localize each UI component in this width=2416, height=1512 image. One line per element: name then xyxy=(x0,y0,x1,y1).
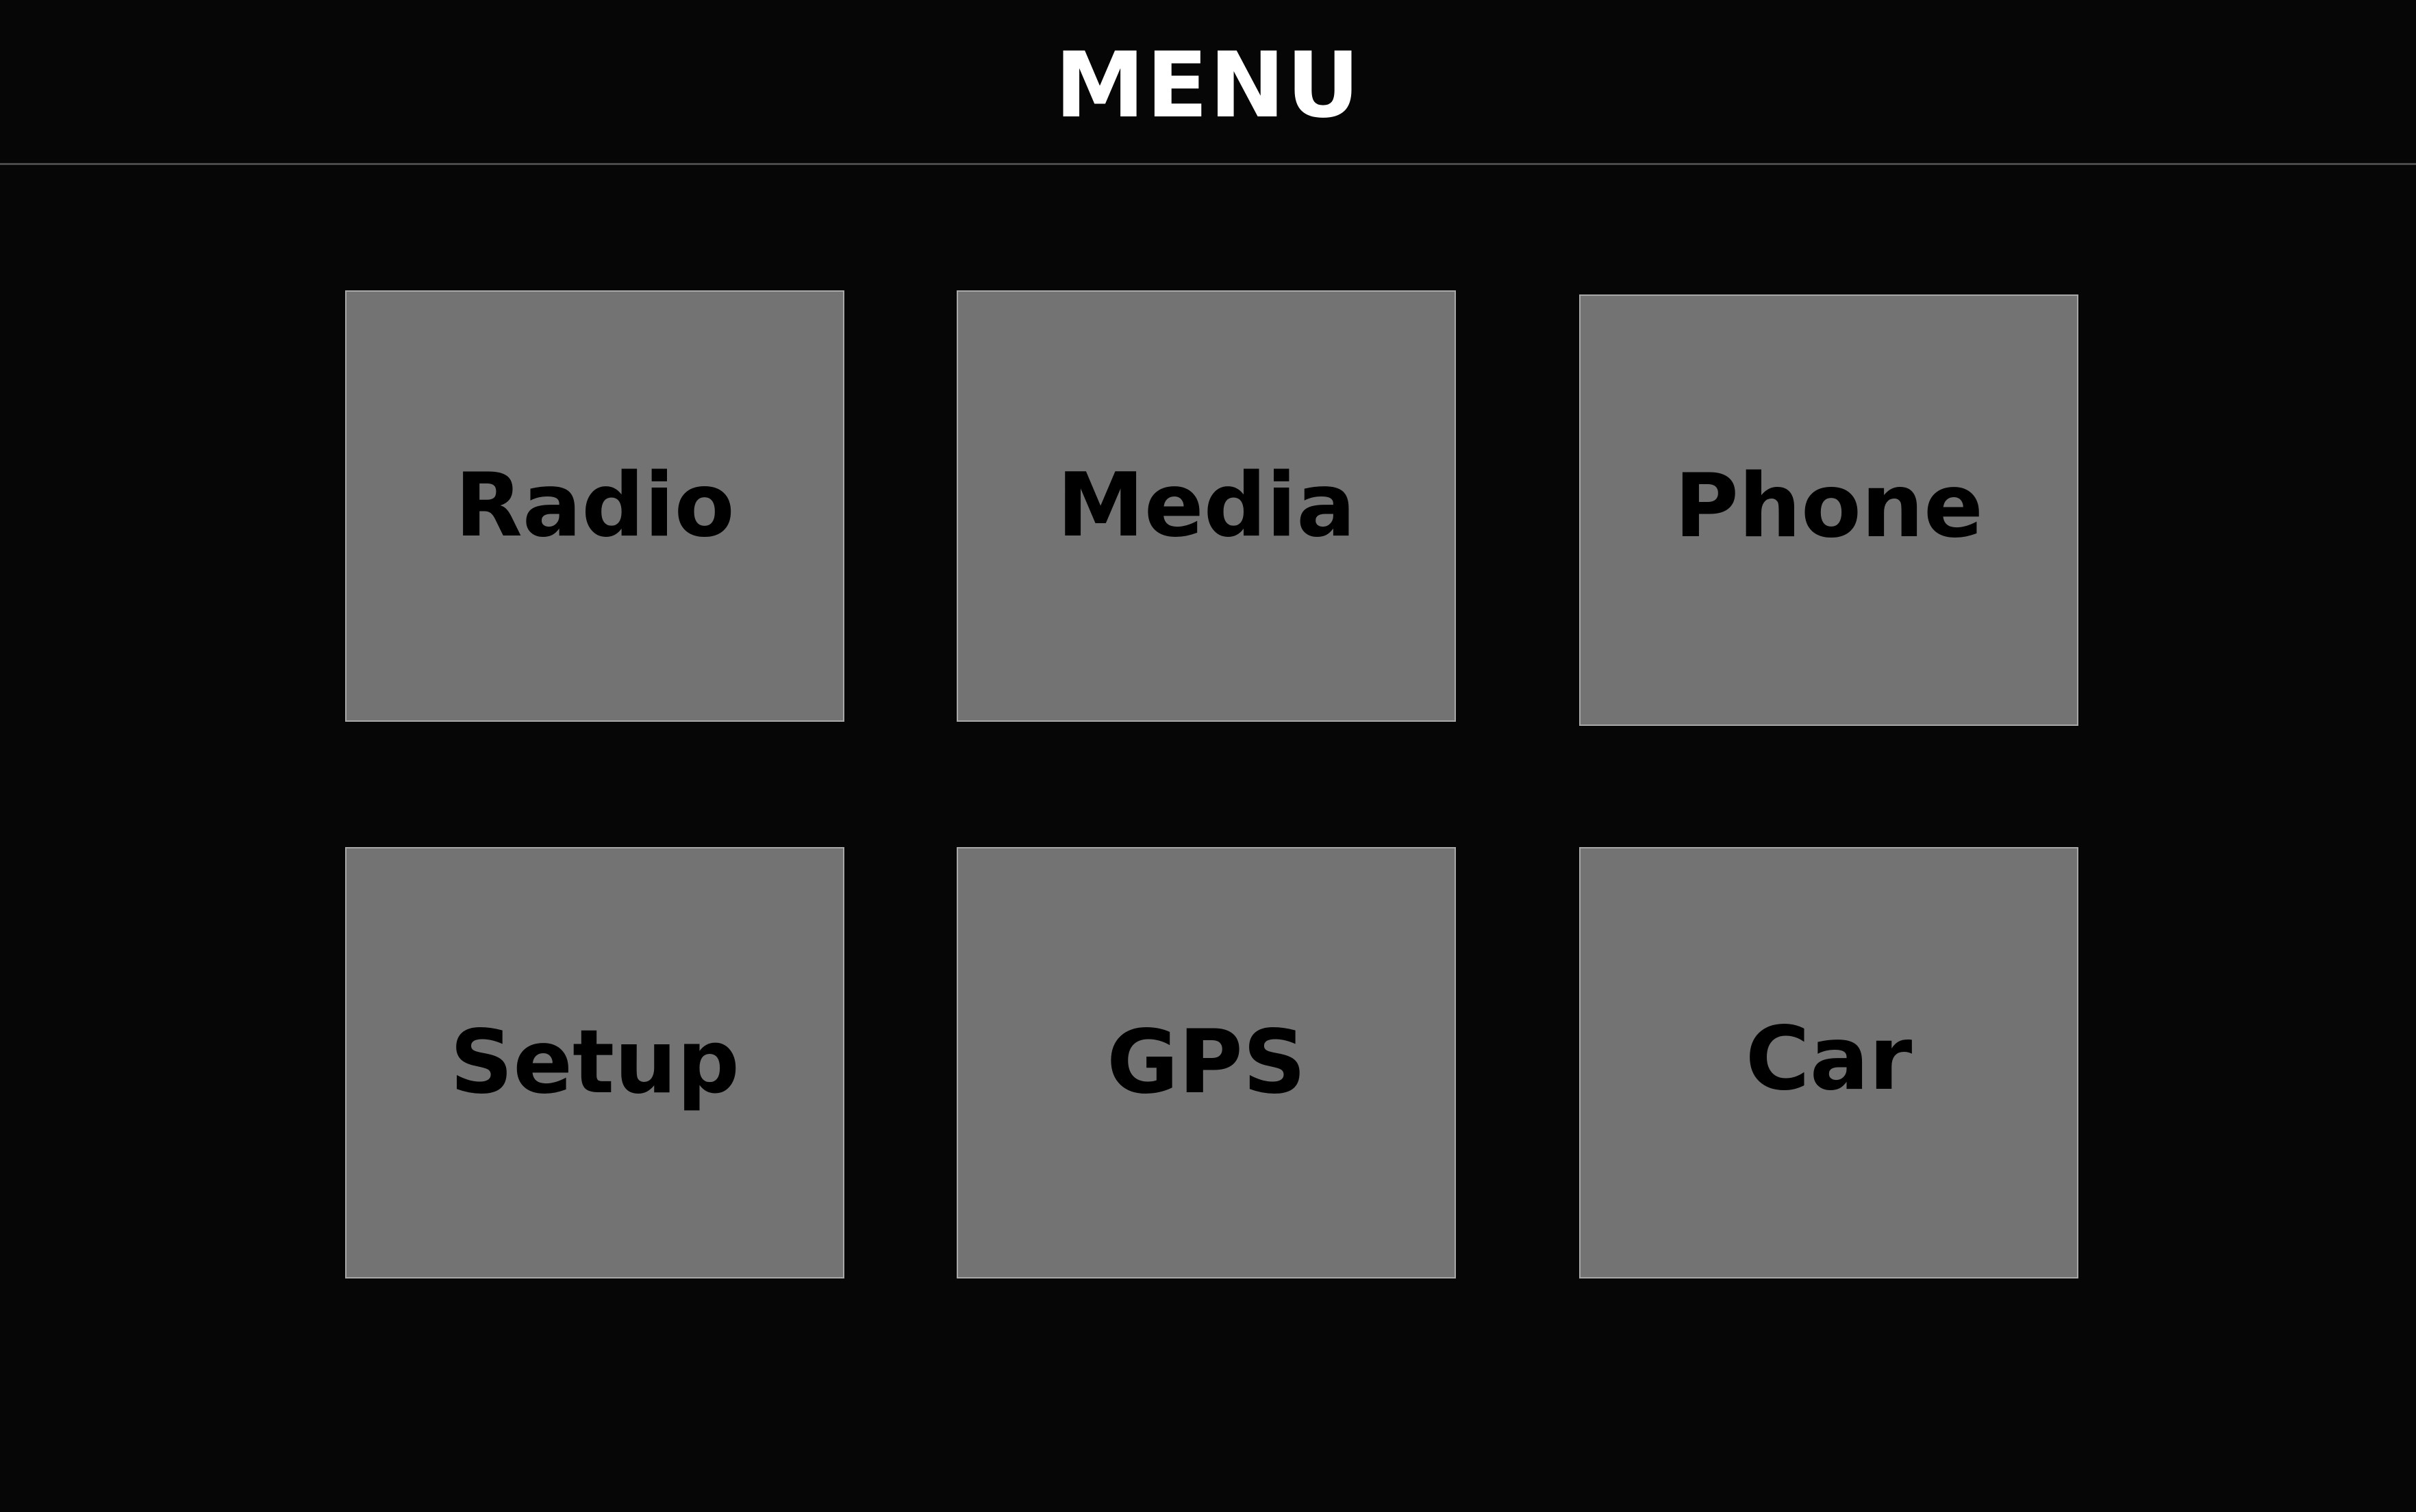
setup-button[interactable]: Setup xyxy=(345,847,844,1278)
media-label: Media xyxy=(1057,455,1356,557)
media-button[interactable]: Media xyxy=(957,290,1456,722)
car-button[interactable]: Car xyxy=(1579,847,2078,1278)
radio-button[interactable]: Radio xyxy=(345,290,844,722)
gps-button[interactable]: GPS xyxy=(957,847,1456,1278)
phone-button[interactable]: Phone xyxy=(1579,294,2078,726)
setup-label: Setup xyxy=(450,1011,740,1113)
page-title: MENU xyxy=(1055,33,1361,138)
car-label: Car xyxy=(1745,1008,1913,1110)
gps-label: GPS xyxy=(1106,1011,1307,1113)
phone-label: Phone xyxy=(1674,455,1983,557)
header: MENU xyxy=(0,0,2416,165)
radio-label: Radio xyxy=(455,455,735,557)
